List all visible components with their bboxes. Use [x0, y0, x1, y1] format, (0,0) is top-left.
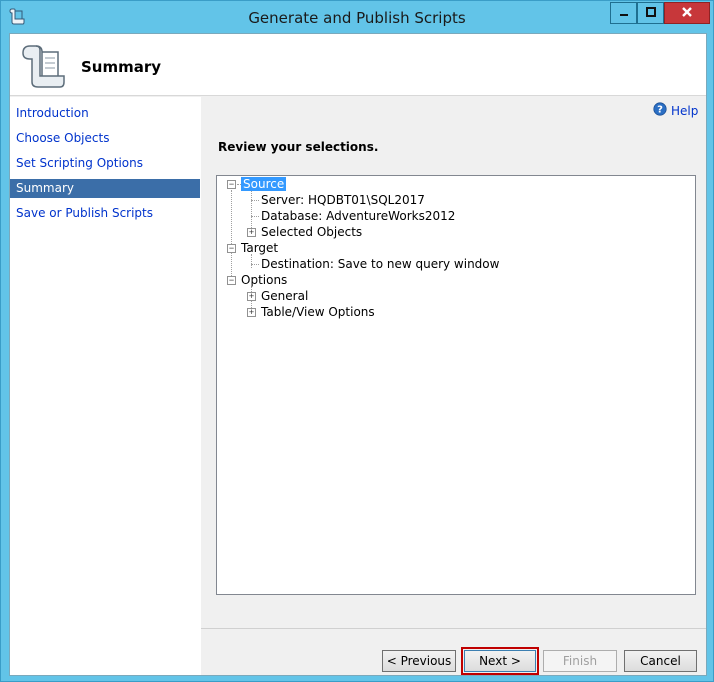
- expand-table-view-options-icon[interactable]: +: [247, 308, 256, 317]
- nav-item-set-scripting-options[interactable]: Set Scripting Options: [10, 154, 200, 173]
- content-panel: ? Help Review your selections. − Source …: [201, 97, 706, 675]
- maximize-icon: [645, 6, 656, 20]
- expand-selected-objects-icon[interactable]: +: [247, 228, 256, 237]
- close-icon: [681, 6, 693, 21]
- nav-item-choose-objects[interactable]: Choose Objects: [10, 129, 200, 148]
- dialog-client-area: Summary Introduction Choose Objects Set …: [9, 33, 707, 676]
- expand-general-icon[interactable]: +: [247, 292, 256, 301]
- wizard-nav: Introduction Choose Objects Set Scriptin…: [10, 97, 201, 675]
- page-title: Summary: [81, 58, 162, 76]
- tree-node-server[interactable]: Server: HQDBT01\SQL2017: [261, 192, 425, 208]
- tree-connector: [251, 200, 259, 201]
- tree-node-selected-objects[interactable]: Selected Objects: [261, 224, 362, 240]
- tree-node-general[interactable]: General: [261, 288, 308, 304]
- tree-root-line: [231, 190, 232, 282]
- footer-divider: [201, 628, 706, 629]
- nav-item-introduction[interactable]: Introduction: [10, 104, 200, 123]
- next-button[interactable]: Next >: [461, 647, 539, 675]
- tree-target-line: [251, 254, 252, 268]
- window-title: Generate and Publish Scripts: [248, 9, 466, 27]
- tree-node-source-label: Source: [241, 177, 287, 191]
- scroll-icon: [20, 42, 66, 90]
- tree-connector: [251, 216, 259, 217]
- previous-button[interactable]: < Previous: [382, 650, 456, 672]
- help-label: Help: [671, 103, 699, 118]
- review-selections-label: Review your selections.: [218, 140, 379, 154]
- maximize-button[interactable]: [637, 2, 664, 24]
- help-link[interactable]: ? Help: [653, 102, 698, 119]
- tree-connector: [251, 264, 259, 265]
- minimize-icon: [619, 6, 629, 20]
- svg-text:?: ?: [657, 105, 663, 116]
- collapse-options-icon[interactable]: −: [227, 276, 236, 285]
- dialog-window: Generate and Publish Scripts Summary Int…: [0, 0, 714, 682]
- collapse-target-icon[interactable]: −: [227, 244, 236, 253]
- nav-item-summary[interactable]: Summary: [10, 179, 200, 198]
- nav-item-save-or-publish-scripts[interactable]: Save or Publish Scripts: [10, 204, 200, 223]
- cancel-button[interactable]: Cancel: [624, 650, 697, 672]
- help-icon: ?: [653, 102, 667, 119]
- minimize-button[interactable]: [610, 2, 637, 24]
- tree-node-target[interactable]: Target: [241, 240, 278, 256]
- summary-tree[interactable]: − Source Server: HQDBT01\SQL2017 Databas…: [216, 175, 696, 595]
- tree-node-table-view-options[interactable]: Table/View Options: [261, 304, 375, 320]
- close-button[interactable]: [664, 2, 710, 24]
- collapse-source-icon[interactable]: −: [227, 180, 236, 189]
- tree-node-source[interactable]: Source: [241, 176, 287, 192]
- tree-node-database[interactable]: Database: AdventureWorks2012: [261, 208, 455, 224]
- tree-node-options[interactable]: Options: [241, 272, 287, 288]
- title-bar[interactable]: Generate and Publish Scripts: [1, 1, 713, 33]
- header-band: Summary: [10, 34, 706, 96]
- finish-button[interactable]: Finish: [543, 650, 617, 672]
- tree-node-destination[interactable]: Destination: Save to new query window: [261, 256, 499, 272]
